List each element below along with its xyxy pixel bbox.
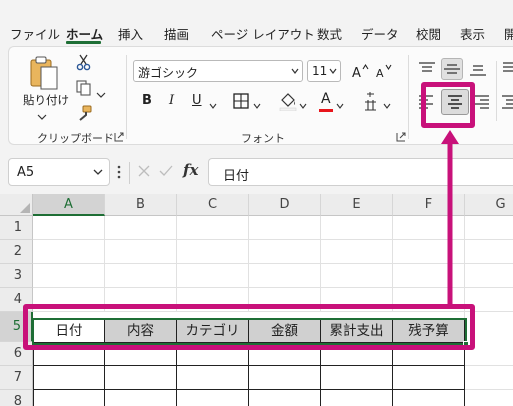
copy-icon[interactable] bbox=[75, 79, 93, 97]
copy-dropdown-icon[interactable] bbox=[96, 87, 106, 98]
tab-draw[interactable]: 描画 bbox=[164, 24, 189, 43]
table-border bbox=[33, 343, 34, 406]
group-separator bbox=[408, 55, 409, 139]
table-border bbox=[248, 343, 249, 406]
chevron-down-icon bbox=[93, 169, 103, 175]
font-group-label: フォント bbox=[241, 132, 285, 145]
table-border bbox=[33, 389, 465, 390]
gridline bbox=[320, 216, 321, 312]
annotation-arrow-icon bbox=[441, 130, 459, 306]
svg-text:A: A bbox=[352, 66, 361, 80]
tab-developer[interactable]: 開 bbox=[504, 24, 513, 43]
tab-review[interactable]: 校閲 bbox=[416, 24, 441, 43]
align-middle-icon[interactable] bbox=[441, 58, 463, 80]
column-header-a[interactable]: A bbox=[33, 194, 105, 216]
underline-button[interactable]: U bbox=[192, 93, 202, 108]
gridline bbox=[248, 216, 249, 312]
align-bottom-icon[interactable] bbox=[469, 61, 487, 77]
align-right-icon[interactable] bbox=[474, 93, 490, 111]
group-separator bbox=[496, 61, 497, 121]
formula-content: 日付 bbox=[223, 169, 250, 184]
name-box-value: A5 bbox=[17, 165, 35, 180]
chevron-down-icon bbox=[329, 68, 337, 74]
table-border bbox=[464, 343, 465, 406]
phonetic-icon[interactable] bbox=[362, 91, 380, 113]
table-border bbox=[33, 365, 465, 366]
tab-formulas[interactable]: 数式 bbox=[317, 24, 342, 43]
cancel-icon[interactable] bbox=[137, 164, 151, 178]
tab-file[interactable]: ファイル bbox=[10, 24, 60, 43]
formula-input[interactable]: 日付 bbox=[208, 158, 513, 186]
gridline bbox=[176, 216, 177, 312]
font-color-dropdown-icon[interactable] bbox=[336, 98, 344, 109]
tab-page-layout[interactable]: ページ レイアウト bbox=[211, 24, 315, 43]
grow-font-icon[interactable]: A bbox=[351, 62, 369, 81]
indent-icon[interactable] bbox=[501, 93, 513, 111]
orientation-icon[interactable] bbox=[501, 61, 513, 77]
column-header-e[interactable]: E bbox=[321, 194, 393, 216]
borders-icon[interactable] bbox=[232, 92, 250, 110]
column-header-b[interactable]: B bbox=[105, 194, 177, 216]
phonetic-dropdown-icon[interactable] bbox=[383, 98, 391, 109]
table-border bbox=[104, 343, 105, 406]
name-box[interactable]: A5 bbox=[8, 158, 110, 186]
font-size-value: 11 bbox=[312, 64, 328, 78]
group-separator bbox=[126, 55, 127, 139]
align-top-icon[interactable] bbox=[418, 61, 436, 77]
font-size-combo[interactable]: 11 bbox=[307, 60, 341, 82]
font-color-button[interactable]: A bbox=[321, 91, 331, 107]
table-border bbox=[320, 343, 321, 406]
row-header-8[interactable]: 8 bbox=[0, 390, 33, 406]
active-tab-indicator bbox=[66, 41, 101, 44]
italic-button[interactable]: I bbox=[169, 93, 174, 108]
bold-button[interactable]: B bbox=[142, 93, 152, 108]
underline-dropdown-icon[interactable] bbox=[209, 98, 217, 109]
clipboard-launcher-icon[interactable] bbox=[114, 131, 124, 142]
format-painter-icon[interactable] bbox=[75, 105, 93, 123]
font-name-value: 游ゴシック bbox=[138, 66, 199, 80]
font-color-swatch bbox=[319, 109, 333, 112]
column-header-c[interactable]: C bbox=[177, 194, 249, 216]
highlight-center-button bbox=[421, 82, 475, 128]
clipboard-group-label: クリップボード bbox=[37, 132, 114, 145]
table-border bbox=[176, 343, 177, 406]
fill-color-dropdown-icon[interactable] bbox=[299, 98, 307, 109]
borders-dropdown-icon[interactable] bbox=[253, 98, 261, 109]
paste-label[interactable]: 貼り付け bbox=[23, 92, 69, 108]
ribbon-tabs: ファイル ホーム 挿入 描画 ページ レイアウト 数式 データ 校閲 表示 開 bbox=[0, 0, 513, 46]
cut-icon[interactable] bbox=[75, 53, 93, 71]
insert-function-button[interactable]: fx bbox=[183, 161, 198, 179]
row-header-2[interactable]: 2 bbox=[0, 240, 33, 264]
fill-color-icon[interactable] bbox=[278, 91, 298, 112]
tab-data[interactable]: データ bbox=[361, 24, 399, 43]
row-header-1[interactable]: 1 bbox=[0, 216, 33, 240]
chevron-down-icon bbox=[291, 68, 299, 74]
font-launcher-icon[interactable] bbox=[396, 131, 406, 142]
gridline bbox=[465, 389, 513, 390]
tab-view[interactable]: 表示 bbox=[460, 24, 485, 43]
paste-icon[interactable] bbox=[26, 54, 68, 94]
enter-icon[interactable] bbox=[158, 164, 174, 178]
font-name-combo[interactable]: 游ゴシック bbox=[133, 60, 303, 82]
paste-dropdown-icon[interactable] bbox=[37, 109, 47, 120]
formula-separator bbox=[129, 162, 130, 184]
highlight-header-row bbox=[23, 304, 475, 350]
column-header-g[interactable]: G bbox=[465, 194, 513, 216]
table-border bbox=[392, 343, 393, 406]
gridline bbox=[104, 216, 105, 312]
column-header-d[interactable]: D bbox=[249, 194, 321, 216]
more-options-icon[interactable] bbox=[117, 164, 121, 180]
gridline bbox=[392, 216, 393, 312]
shrink-font-icon[interactable]: A bbox=[375, 62, 393, 80]
worksheet-grid[interactable]: A B C D E F G 1 2 3 4 5 6 7 8 日付 内容 カテゴリ… bbox=[0, 194, 513, 406]
svg-text:A: A bbox=[376, 67, 384, 80]
row-header-3[interactable]: 3 bbox=[0, 264, 33, 288]
tab-insert[interactable]: 挿入 bbox=[118, 24, 143, 43]
row-header-7[interactable]: 7 bbox=[0, 366, 33, 390]
gridline bbox=[465, 365, 513, 366]
select-all-corner[interactable] bbox=[0, 194, 33, 216]
